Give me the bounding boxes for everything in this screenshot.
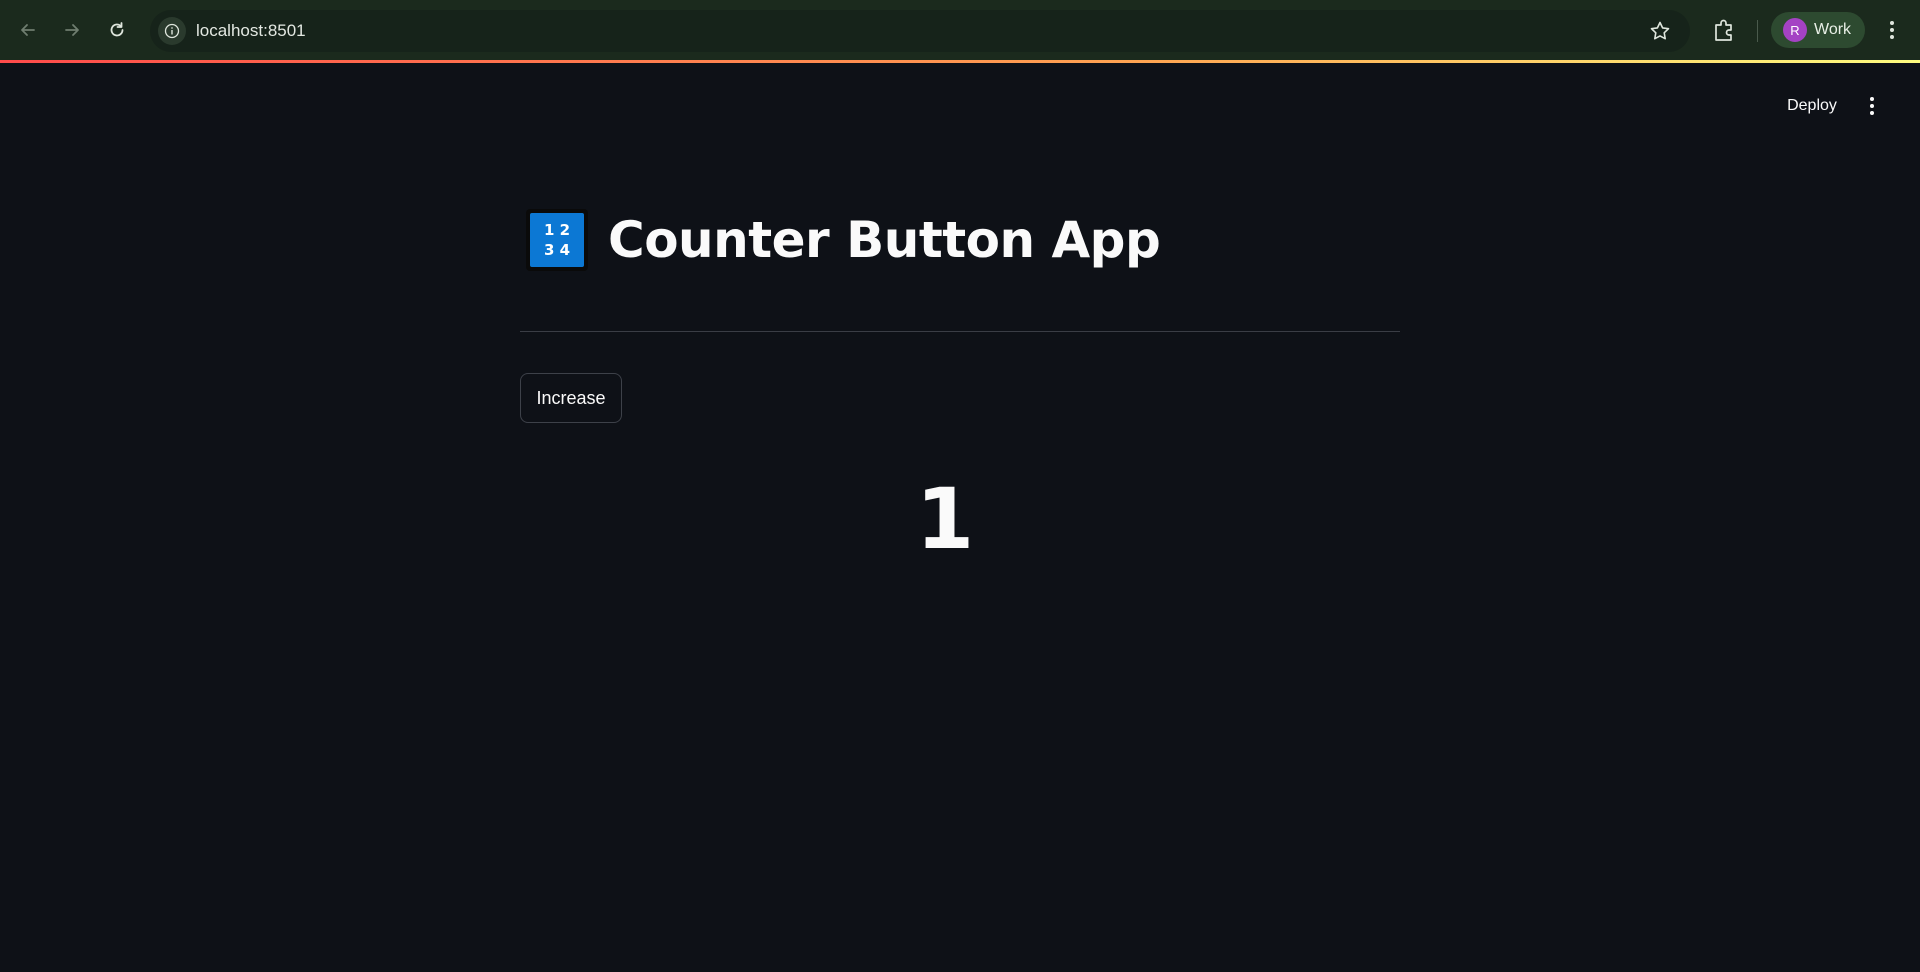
divider (520, 331, 1400, 332)
profile-label: Work (1814, 21, 1852, 38)
extensions-icon[interactable] (1710, 16, 1738, 44)
counter-value: 1 (915, 470, 975, 568)
emoji-line-1: 1 2 (543, 221, 571, 239)
site-info-icon (164, 23, 180, 39)
page-title: Counter Button App (608, 211, 1161, 269)
back-button[interactable] (12, 14, 44, 46)
increase-button[interactable]: Increase (520, 373, 622, 423)
profile-button[interactable]: R Work (1771, 12, 1865, 48)
reload-icon (110, 22, 124, 37)
emoji-line-2: 3 4 (543, 241, 571, 259)
numbers-emoji-icon: 1 2 3 4 (526, 209, 588, 271)
forward-arrow-icon (65, 24, 79, 36)
site-info-button[interactable] (158, 17, 186, 45)
main-menu-icon[interactable] (1862, 94, 1882, 118)
toolbar-separator (1757, 20, 1758, 42)
reload-button[interactable] (101, 14, 133, 46)
back-arrow-icon (21, 24, 35, 36)
deploy-button[interactable]: Deploy (1772, 92, 1852, 120)
page-heading: 1 2 3 4 Counter Button App (526, 205, 1161, 275)
address-bar[interactable]: localhost:8501 (150, 10, 1690, 52)
header-decoration (0, 60, 1920, 63)
url-text[interactable]: localhost:8501 (196, 21, 306, 41)
avatar: R (1783, 18, 1807, 42)
forward-button[interactable] (56, 14, 88, 46)
star-icon[interactable] (1648, 19, 1672, 43)
kebab-menu-icon[interactable] (1882, 18, 1902, 42)
browser-toolbar: localhost:8501 R Work (0, 0, 1920, 60)
